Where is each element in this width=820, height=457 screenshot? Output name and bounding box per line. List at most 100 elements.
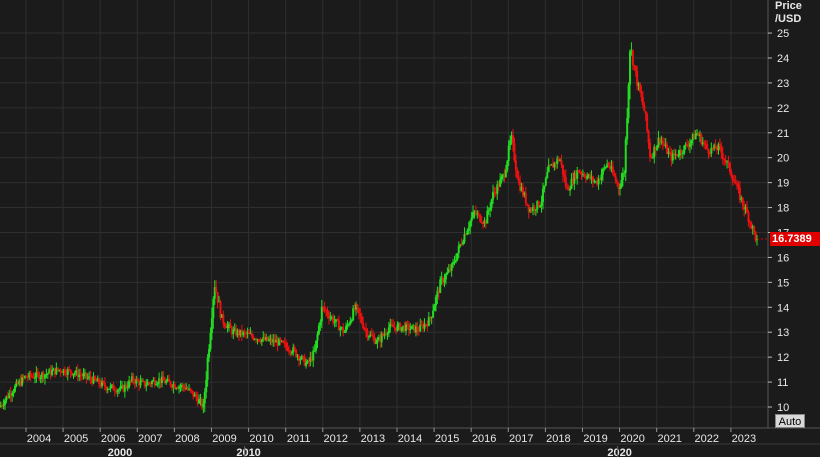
candle-body bbox=[205, 379, 208, 393]
candle-body bbox=[730, 171, 733, 177]
price-tick-label: 13 bbox=[777, 327, 789, 339]
candle-body bbox=[63, 369, 66, 374]
candle-body bbox=[614, 176, 617, 182]
candle-body bbox=[125, 384, 128, 388]
candle-body bbox=[102, 381, 105, 383]
candle-body bbox=[727, 161, 730, 163]
candle-body bbox=[526, 203, 529, 205]
candle-body bbox=[607, 163, 610, 166]
candle-body bbox=[723, 158, 726, 161]
candle-body bbox=[136, 379, 139, 381]
candle-body bbox=[656, 145, 659, 151]
candle-body bbox=[480, 221, 483, 224]
price-tick-label: 15 bbox=[777, 277, 789, 289]
candle-body bbox=[333, 321, 336, 323]
candle-body bbox=[677, 155, 680, 157]
candle-body bbox=[29, 372, 32, 377]
candle-body bbox=[392, 324, 395, 328]
candle-body bbox=[703, 142, 706, 144]
candle-body bbox=[651, 157, 654, 159]
time-tick-label: 2007 bbox=[138, 433, 162, 445]
candle-body bbox=[69, 369, 72, 373]
candle-body bbox=[734, 182, 737, 185]
candle-body bbox=[668, 151, 671, 153]
era-label: 2000 bbox=[108, 447, 132, 457]
candle-body bbox=[165, 381, 168, 384]
candle-body bbox=[583, 174, 586, 177]
candle-body bbox=[13, 385, 16, 392]
candle-body bbox=[203, 392, 206, 404]
candle-body bbox=[145, 385, 148, 387]
candle-body bbox=[169, 381, 172, 386]
candle-body bbox=[209, 333, 212, 350]
candle-body bbox=[360, 316, 363, 323]
candle-body bbox=[623, 172, 626, 174]
candle-body bbox=[312, 350, 315, 361]
auto-scale-button[interactable]: Auto bbox=[775, 414, 805, 428]
time-tick-label: 2009 bbox=[212, 433, 236, 445]
candle-body bbox=[427, 317, 430, 326]
candle-body bbox=[56, 367, 59, 370]
candle-body bbox=[694, 133, 697, 140]
candle-body bbox=[517, 178, 520, 182]
price-tick-label: 23 bbox=[777, 78, 789, 90]
candle-body bbox=[156, 383, 159, 385]
price-tick-label: 20 bbox=[777, 153, 789, 165]
time-tick-label: 2006 bbox=[101, 433, 125, 445]
price-tick-label: 14 bbox=[777, 302, 789, 314]
candle-body bbox=[430, 316, 433, 319]
candle-body bbox=[450, 264, 453, 271]
candle-body bbox=[462, 242, 465, 245]
candle-body bbox=[295, 349, 298, 357]
candle-body bbox=[39, 377, 42, 380]
candle-body bbox=[611, 166, 614, 174]
time-tick-label: 2022 bbox=[695, 433, 719, 445]
candle-body bbox=[232, 330, 235, 335]
candle-body bbox=[513, 143, 516, 161]
candle-body bbox=[456, 252, 459, 261]
candle-body bbox=[195, 394, 198, 398]
candle-body bbox=[108, 388, 111, 390]
candle-body bbox=[162, 376, 165, 381]
candle-body bbox=[317, 325, 320, 334]
candle-body bbox=[601, 168, 604, 175]
candle-body bbox=[620, 180, 623, 188]
candle-body bbox=[443, 279, 446, 283]
candle-body bbox=[586, 176, 589, 179]
candle-body bbox=[356, 304, 359, 308]
candle-body bbox=[492, 191, 495, 200]
candle-body bbox=[466, 230, 469, 235]
candle-body bbox=[737, 184, 740, 188]
candle-body bbox=[198, 399, 201, 404]
candle-body bbox=[376, 339, 379, 343]
candle-body bbox=[206, 357, 209, 380]
candle-body bbox=[643, 104, 646, 112]
candle-body bbox=[343, 331, 346, 333]
candle-body bbox=[627, 84, 630, 119]
candle-body bbox=[326, 311, 329, 316]
candle-body bbox=[229, 323, 232, 328]
candle-body bbox=[190, 390, 193, 392]
candle-body bbox=[315, 340, 318, 351]
candle-body bbox=[373, 336, 376, 344]
candle-body bbox=[434, 296, 437, 306]
candle-body bbox=[516, 169, 519, 179]
candle-body bbox=[153, 380, 156, 386]
candle-body bbox=[386, 333, 389, 335]
time-tick-label: 2004 bbox=[27, 433, 51, 445]
candle-body bbox=[746, 207, 749, 213]
candle-body bbox=[721, 152, 724, 159]
candle-body bbox=[641, 97, 644, 105]
candle-body bbox=[289, 350, 292, 353]
time-tick-label: 2016 bbox=[472, 433, 496, 445]
candle-body bbox=[489, 207, 492, 211]
candle-body bbox=[33, 377, 36, 379]
candle-body bbox=[453, 261, 456, 263]
candle-body bbox=[647, 130, 650, 143]
candle-body bbox=[118, 389, 121, 391]
candle-body bbox=[305, 362, 308, 366]
price-tick-label: 19 bbox=[777, 178, 789, 190]
candle-body bbox=[21, 376, 24, 386]
candle-body bbox=[210, 318, 213, 334]
time-tick-label: 2021 bbox=[657, 433, 681, 445]
